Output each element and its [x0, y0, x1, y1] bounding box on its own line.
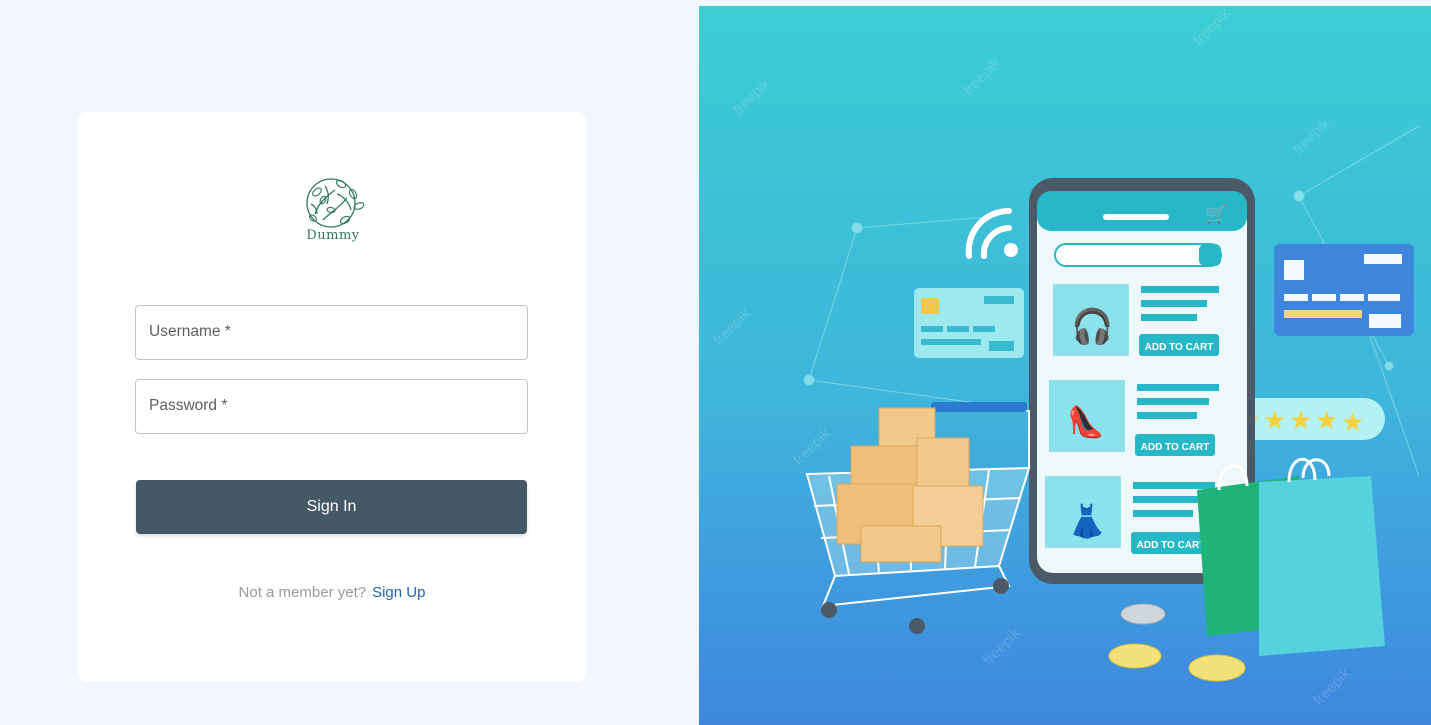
svg-text:👗: 👗 — [1067, 502, 1107, 540]
svg-text:★: ★ — [1263, 406, 1286, 436]
username-input[interactable] — [136, 306, 527, 359]
password-input[interactable] — [136, 380, 527, 433]
signup-prompt: Not a member yet? — [238, 584, 367, 601]
svg-text:🛒: 🛒 — [1205, 203, 1227, 225]
add-to-cart-label: ADD TO CART — [1137, 540, 1206, 551]
password-field[interactable]: Password * — [135, 379, 528, 434]
svg-text:👠: 👠 — [1067, 403, 1104, 440]
brand-logo: Dummy — [301, 174, 365, 250]
signup-row: Not a member yet? Sign Up — [78, 584, 586, 601]
login-pane: Dummy Username * Password * Sign In Not … — [0, 0, 690, 725]
credit-card-right — [1274, 244, 1414, 336]
login-card: Dummy Username * Password * Sign In Not … — [78, 112, 586, 682]
credit-card-left — [914, 288, 1024, 358]
leaf-wreath-icon — [306, 178, 365, 228]
svg-text:🎧: 🎧 — [1071, 307, 1113, 347]
username-field[interactable]: Username * — [135, 305, 528, 360]
brand-name: Dummy — [306, 228, 360, 243]
add-to-cart-label: ADD TO CART — [1145, 342, 1214, 353]
illustration-svg: ★ ★ ★ ★ ★ 🛒 🎧 ADD TO CART 👠 — [699, 6, 1431, 725]
svg-text:★: ★ — [1341, 408, 1364, 438]
svg-text:★: ★ — [1289, 406, 1312, 436]
add-to-cart-label: ADD TO CART — [1141, 442, 1210, 453]
svg-text:★: ★ — [1315, 406, 1338, 436]
sign-up-link[interactable]: Sign Up — [372, 584, 425, 601]
sign-in-button[interactable]: Sign In — [136, 480, 527, 534]
shopping-illustration: ★ ★ ★ ★ ★ 🛒 🎧 ADD TO CART 👠 — [699, 6, 1431, 725]
shopping-bags — [1197, 457, 1385, 656]
